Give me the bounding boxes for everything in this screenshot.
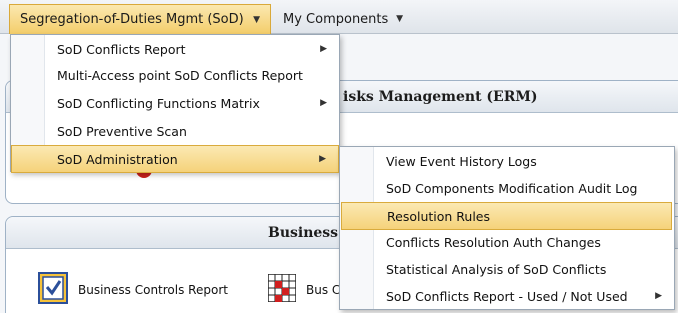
tile-bus-c[interactable]: Bus C <box>267 273 341 305</box>
menu-item-view-event-history-logs[interactable]: View Event History Logs <box>340 147 674 175</box>
sod-dropdown-menu: SoD Conflicts Report ▶ Multi-Access poin… <box>10 34 340 173</box>
menu-item-label: SoD Components Modification Audit Log <box>386 180 638 196</box>
sod-administration-submenu: View Event History Logs SoD Components M… <box>339 146 675 310</box>
tile-label: Business Controls Report <box>78 282 228 297</box>
menu-item-label: Multi-Access point SoD Conflicts Report <box>57 67 303 83</box>
caret-down-icon: ▼ <box>396 14 403 24</box>
tile-business-controls-report[interactable]: Business Controls Report <box>38 272 228 307</box>
menu-item-label: SoD Conflicting Functions Matrix <box>57 95 260 111</box>
menu-item-label: Statistical Analysis of SoD Conflicts <box>386 261 607 277</box>
menu-item-label: SoD Conflicts Report - Used / Not Used <box>386 288 628 304</box>
menu-item-label: SoD Administration <box>57 151 178 167</box>
menubar-item-label: My Components <box>283 11 389 27</box>
submenu-arrow-icon: ▶ <box>655 291 662 301</box>
panel-title: isks Management (ERM) <box>343 89 538 105</box>
submenu-arrow-icon: ▶ <box>319 154 326 164</box>
menu-item-preventive-scan[interactable]: SoD Preventive Scan <box>11 117 339 145</box>
caret-down-icon: ▼ <box>253 14 260 25</box>
menubar-item-my-components[interactable]: My Components ▼ <box>273 4 413 34</box>
grid-matrix-icon <box>267 273 297 305</box>
menu-item-conflicts-report-used-not-used[interactable]: SoD Conflicts Report - Used / Not Used ▶ <box>340 282 674 310</box>
menubar-item-label: Segregation-of-Duties Mgmt (SoD) <box>20 12 244 27</box>
menu-item-sod-conflicts-report[interactable]: SoD Conflicts Report ▶ <box>11 35 339 63</box>
menu-item-multi-access-point-report[interactable]: Multi-Access point SoD Conflicts Report <box>11 61 339 89</box>
menu-item-sod-administration[interactable]: SoD Administration ▶ <box>11 145 339 173</box>
menu-item-label: Conflicts Resolution Auth Changes <box>386 234 601 250</box>
menu-item-statistical-analysis[interactable]: Statistical Analysis of SoD Conflicts <box>340 255 674 283</box>
menu-item-conflicts-resolution-auth-changes[interactable]: Conflicts Resolution Auth Changes <box>340 228 674 256</box>
submenu-arrow-icon: ▶ <box>320 44 327 54</box>
menu-item-conflicting-functions-matrix[interactable]: SoD Conflicting Functions Matrix ▶ <box>11 89 339 117</box>
menu-item-label: SoD Conflicts Report <box>57 41 186 57</box>
submenu-arrow-icon: ▶ <box>320 98 327 108</box>
menu-item-label: Resolution Rules <box>387 208 491 224</box>
checkbox-report-icon <box>38 272 68 307</box>
menubar-item-sod[interactable]: Segregation-of-Duties Mgmt (SoD) ▼ <box>9 4 271 34</box>
menu-item-label: View Event History Logs <box>386 153 537 169</box>
menu-item-label: SoD Preventive Scan <box>57 123 187 139</box>
menu-item-components-modification-audit-log[interactable]: SoD Components Modification Audit Log <box>340 174 674 202</box>
tile-label: Bus C <box>306 282 341 297</box>
top-menubar: Segregation-of-Duties Mgmt (SoD) ▼ My Co… <box>0 0 678 34</box>
menu-item-resolution-rules[interactable]: Resolution Rules <box>341 202 672 230</box>
